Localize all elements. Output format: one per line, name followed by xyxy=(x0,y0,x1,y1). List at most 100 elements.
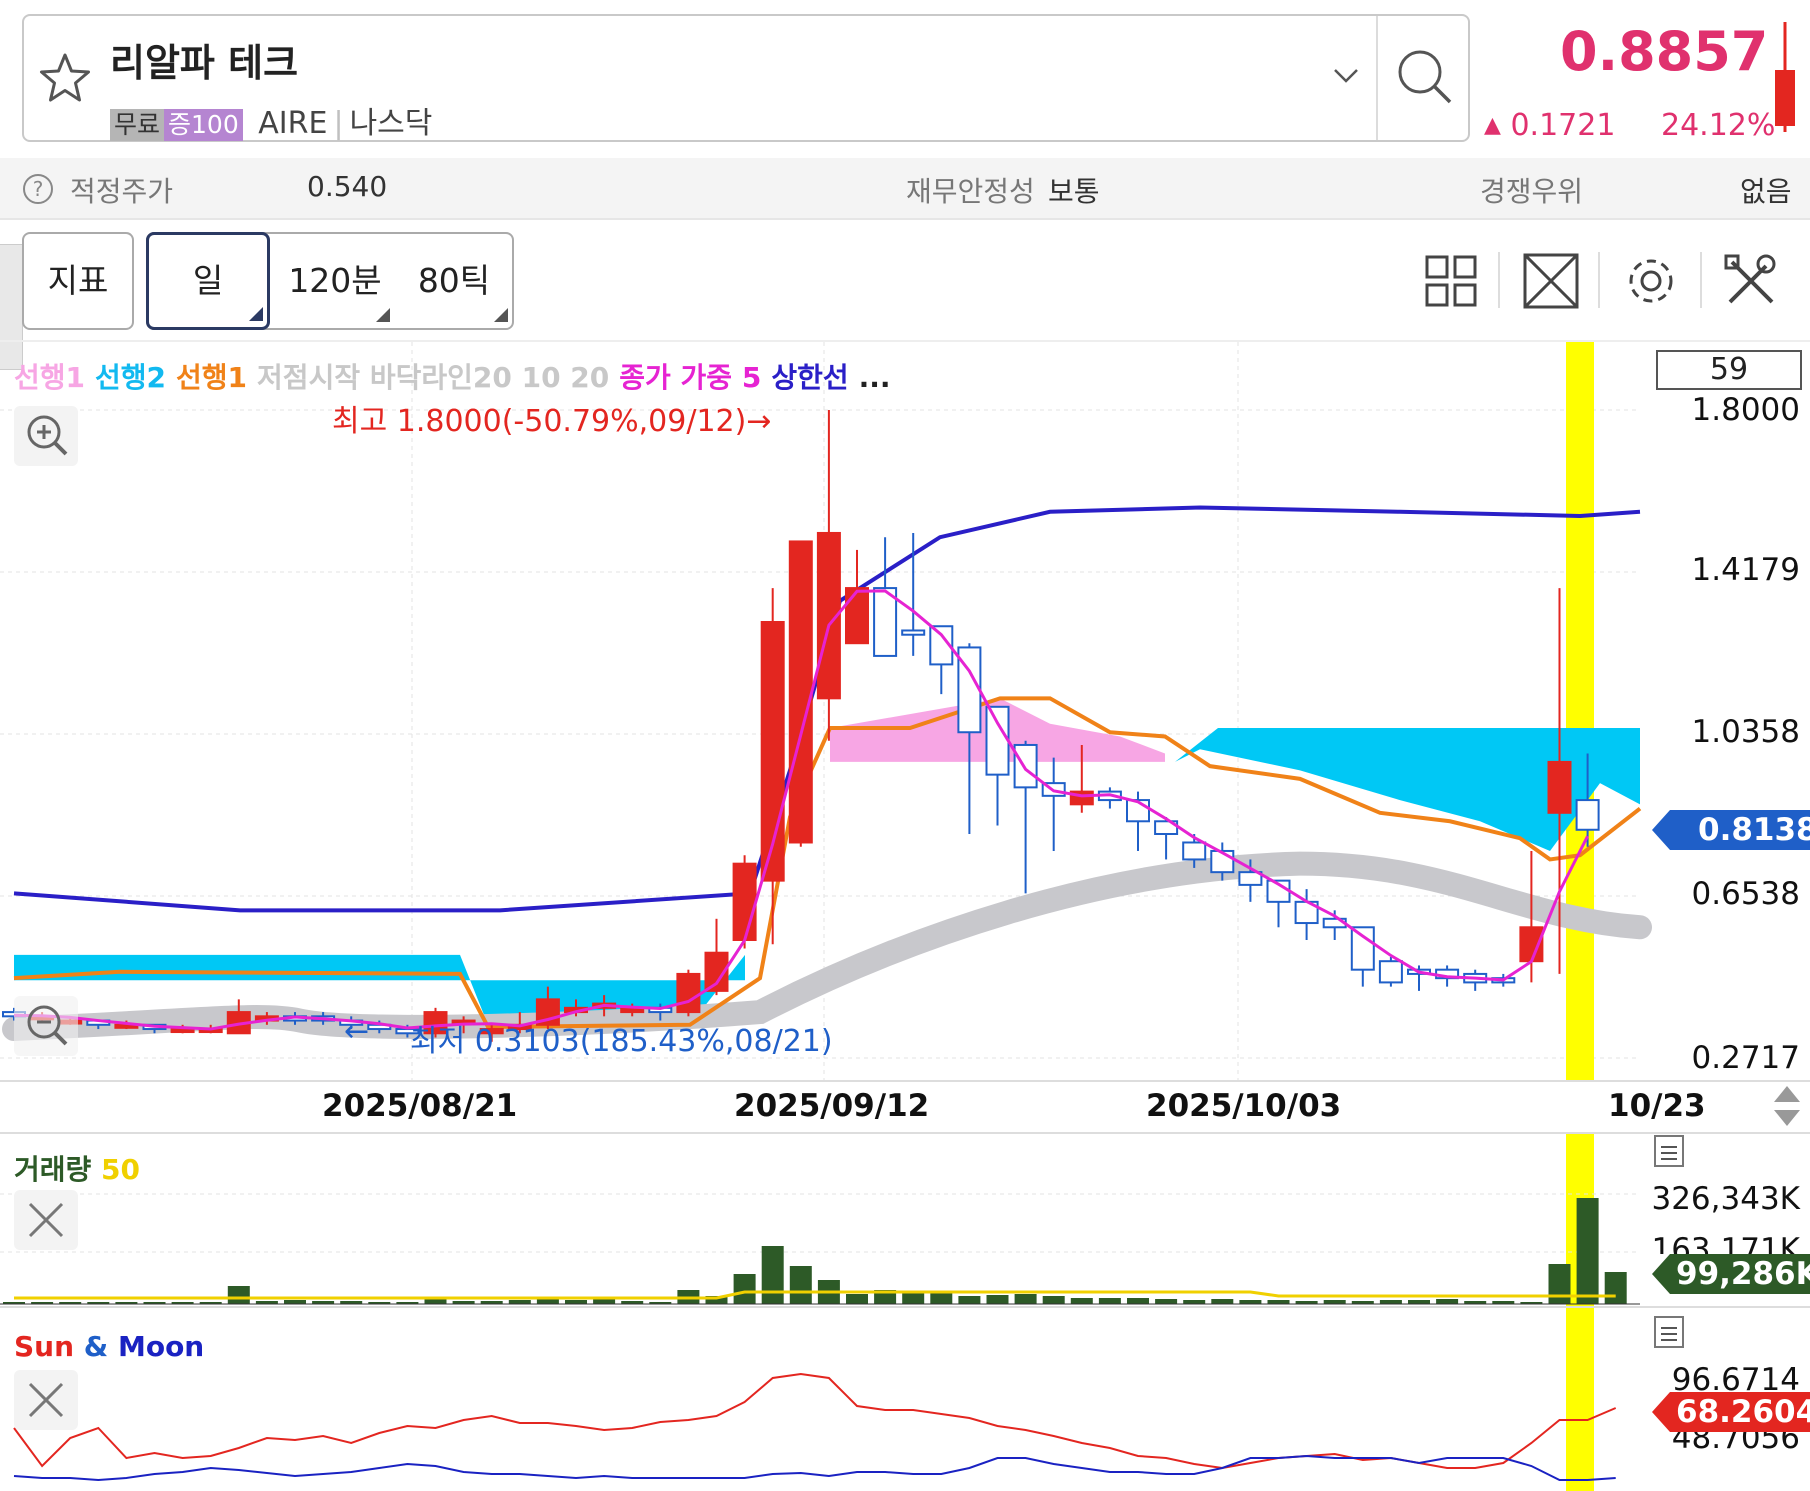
sunmoon-title: Sun & Moon xyxy=(14,1330,205,1363)
y-tick-label: 1.8000 xyxy=(1691,392,1800,428)
period-80tick-button[interactable]: 80틱 xyxy=(396,234,512,328)
x-tick-label: 2025/09/12 xyxy=(734,1088,930,1124)
competitive-label: 경쟁우위 xyxy=(1480,175,1584,208)
volume-chart[interactable] xyxy=(0,1134,1810,1306)
change-percent: 24.12% xyxy=(1661,108,1776,143)
layout-grid-icon[interactable] xyxy=(1424,254,1478,308)
period-120m-button[interactable]: 120분 xyxy=(276,234,394,328)
y-tick-label: 0.2717 xyxy=(1691,1040,1800,1076)
candle xyxy=(1350,926,1375,971)
margin-badge: 증100 xyxy=(164,109,243,141)
y-tick-label: 0.6538 xyxy=(1691,876,1800,912)
y-tick-label: 1.0358 xyxy=(1691,714,1800,750)
legend-item: 저점시작 바닥라인20 10 20 xyxy=(257,361,610,394)
volume-bar xyxy=(846,1294,868,1304)
tool-divider xyxy=(1700,252,1702,308)
help-icon[interactable]: ? xyxy=(22,173,54,205)
volume-ma-line xyxy=(14,1290,1616,1300)
scroll-updown-icon[interactable] xyxy=(1770,1084,1804,1128)
drawing-tools-icon[interactable] xyxy=(1722,252,1780,310)
sunmoon-chart[interactable] xyxy=(0,1308,1810,1491)
volume-bar xyxy=(1408,1300,1430,1304)
y-tick-label: 1.4179 xyxy=(1691,552,1800,588)
today-highlight xyxy=(1566,1308,1594,1491)
legend-item: 선행2 xyxy=(95,361,167,394)
volume-bar xyxy=(1323,1300,1346,1304)
volume-y-tick: 163,171K xyxy=(1651,1232,1800,1254)
volume-bar xyxy=(789,1266,812,1304)
current-price: 0.8857 xyxy=(1560,20,1769,83)
volume-bar xyxy=(902,1292,925,1304)
stock-tags: 무료 증100 AIRE | 나스닥 xyxy=(110,98,432,142)
candle xyxy=(1013,743,1038,789)
fair-price-label: 적정주가 xyxy=(70,175,174,208)
ticker: AIRE xyxy=(258,106,328,141)
volume-bar xyxy=(1239,1300,1262,1304)
close-volume-icon[interactable] xyxy=(14,1190,78,1250)
volume-bar xyxy=(1548,1264,1571,1304)
today-highlight xyxy=(1566,342,1594,1080)
chevron-down-icon[interactable] xyxy=(1332,66,1360,86)
low-annotation: ← 최저 0.3103(185.43%,08/21) xyxy=(344,1014,833,1059)
legend-item: 선행1 xyxy=(176,361,248,394)
volume-bar xyxy=(1211,1299,1234,1304)
volume-bar xyxy=(761,1246,784,1304)
arrow-left-icon: ← xyxy=(344,1014,370,1049)
visible-bars-box[interactable]: 59 xyxy=(1656,350,1802,390)
fullscreen-icon[interactable] xyxy=(1522,252,1580,310)
volume-bar xyxy=(1098,1298,1121,1304)
volume-bar xyxy=(536,1299,559,1304)
legend-item: 종가 가중 5 xyxy=(619,361,762,394)
svg-text:?: ? xyxy=(33,177,44,201)
volume-bar xyxy=(1379,1300,1402,1304)
mini-candle-icon xyxy=(1772,22,1798,132)
indicator-button[interactable]: 지표 xyxy=(22,232,134,330)
arrow-right-icon: → xyxy=(746,404,772,439)
volume-bar xyxy=(1604,1272,1627,1304)
change-value: 0.1721 xyxy=(1510,108,1616,143)
volume-bar xyxy=(1070,1298,1093,1304)
volume-bar xyxy=(958,1296,981,1304)
floor-band xyxy=(2,851,1652,1042)
fair-price-value: 0.540 xyxy=(307,170,388,203)
sunmoon-menu-icon[interactable] xyxy=(1654,1316,1684,1348)
candle xyxy=(732,862,757,942)
header-divider xyxy=(1376,16,1378,140)
volume-bar xyxy=(565,1300,587,1304)
sun-line xyxy=(13,1372,1617,1470)
x-tick-label: 2025/08/21 xyxy=(322,1088,518,1124)
zoom-out-icon[interactable] xyxy=(14,996,78,1056)
volume-bar xyxy=(508,1300,531,1304)
favorite-star-icon[interactable] xyxy=(36,50,94,108)
candle xyxy=(1575,799,1600,831)
x-tick-label: 2025/10/03 xyxy=(1146,1088,1342,1124)
close-sunmoon-icon[interactable] xyxy=(14,1370,78,1430)
volume-bar xyxy=(1436,1299,1459,1304)
legend-item: 상한선 xyxy=(771,361,849,394)
volume-y-tick: 326,343K xyxy=(1651,1181,1800,1217)
candle xyxy=(845,587,869,645)
stability-value: 보통 xyxy=(1048,175,1100,208)
volume-bar xyxy=(1042,1296,1065,1304)
candle xyxy=(1547,760,1572,814)
legend-item: ... xyxy=(858,361,891,394)
market: 나스닥 xyxy=(349,106,433,141)
candle xyxy=(788,540,813,844)
zoom-in-icon[interactable] xyxy=(14,406,78,466)
volume-bar xyxy=(1127,1298,1149,1304)
price-chart[interactable] xyxy=(0,342,1810,1082)
stock-name: 리알파 테크 xyxy=(110,41,299,85)
volume-menu-icon[interactable] xyxy=(1654,1135,1684,1167)
x-tick-label: 10/23 xyxy=(1608,1088,1706,1124)
candle xyxy=(985,705,1010,776)
candle xyxy=(1378,960,1403,984)
candle xyxy=(676,972,701,1014)
stability-label: 재무안정성 xyxy=(906,175,1035,208)
period-day-button[interactable]: 일 xyxy=(146,232,270,330)
volume-bar xyxy=(930,1292,953,1304)
volume-bar xyxy=(284,1300,306,1304)
search-icon[interactable] xyxy=(1394,46,1456,108)
candle xyxy=(901,629,926,636)
free-badge: 무료 xyxy=(110,109,165,141)
settings-gear-icon[interactable] xyxy=(1622,252,1680,310)
